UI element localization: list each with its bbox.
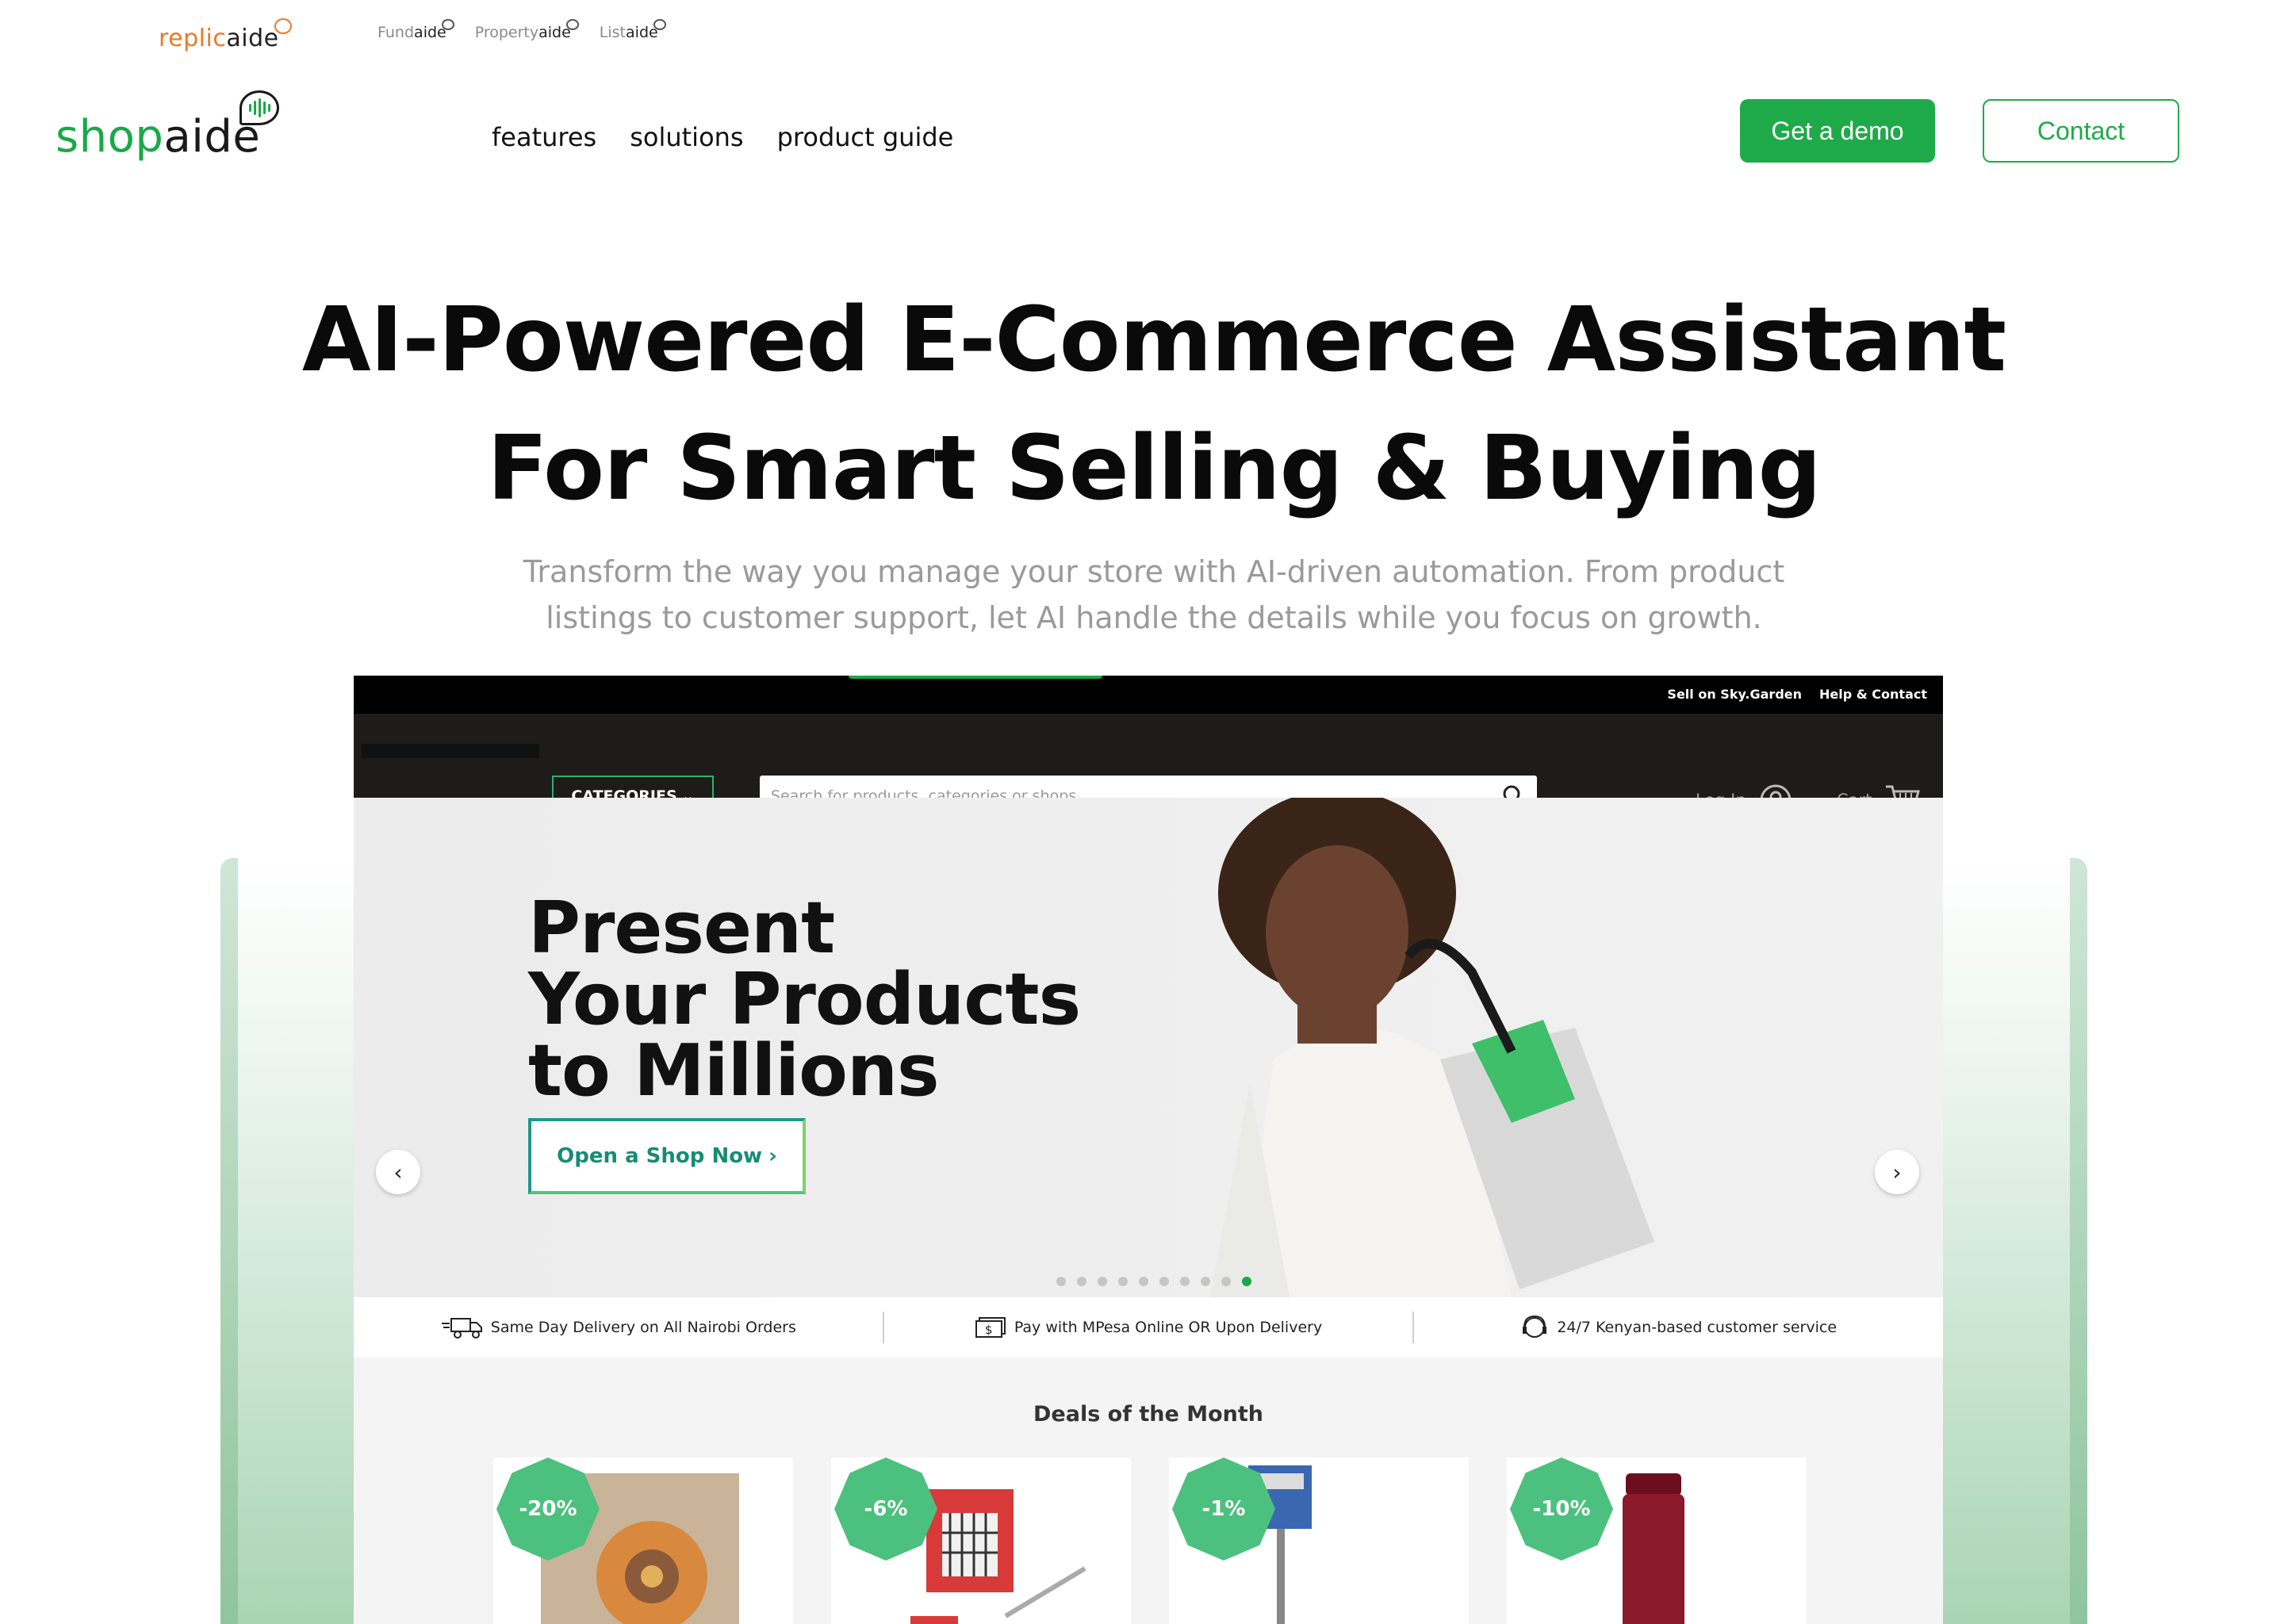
chat-bubble-icon [441,19,454,30]
propertyaide-label-part1: Property [474,24,539,41]
delivery-truck-icon [441,1318,482,1339]
discount-badge: -20% [496,1457,600,1561]
discount-badge: -10% [1510,1457,1613,1561]
feature-payment: $ Pay with MPesa Online OR Upon Delivery [884,1316,1413,1339]
carousel-dot[interactable] [1139,1277,1148,1286]
sell-link[interactable]: Sell on Sky.Garden [1667,687,1802,702]
carousel-dot[interactable] [1159,1277,1169,1286]
listaide-link[interactable]: Listaide [599,19,666,41]
woman-with-shopping-bags-image [1210,798,1654,1297]
nav-solutions[interactable]: solutions [630,122,743,152]
carousel-dot[interactable] [1242,1277,1251,1286]
banner-heading-line3: to Millions [528,1029,940,1113]
carousel-dot[interactable] [1118,1277,1128,1286]
feature-support-text: 24/7 Kenyan-based customer service [1557,1319,1838,1336]
support-headset-icon [1523,1315,1547,1338]
cash-icon: $ [975,1317,1006,1338]
help-contact-link[interactable]: Help & Contact [1819,687,1927,702]
deal-card[interactable]: -1% [1169,1457,1469,1624]
open-shop-label: Open a Shop Now [557,1144,763,1168]
main-nav: features solutions product guide [492,122,953,152]
nav-product-guide[interactable]: product guide [777,122,954,152]
discount-badge: -6% [834,1457,937,1561]
feature-delivery-text: Same Day Delivery on All Nairobi Orders [490,1319,796,1336]
replicaide-logo[interactable]: replicaide [159,17,292,52]
preview-accent-bar [849,676,1102,679]
fundaide-label-part1: Fund [377,24,415,41]
chat-bubble-icon [565,19,579,30]
svg-text:$: $ [985,1323,993,1337]
deal-card[interactable]: -6% [831,1457,1131,1624]
open-shop-button[interactable]: Open a Shop Now › [528,1118,806,1194]
chat-bubble-icon [274,17,292,34]
banner-heading-line2: Your Products [528,958,1081,1041]
feature-payment-text: Pay with MPesa Online OR Upon Delivery [1014,1319,1323,1336]
chevron-right-icon: › [768,1144,777,1168]
preview-logo-placeholder [362,744,539,758]
carousel-prev-button[interactable]: ‹ [376,1150,420,1194]
hero-banner: Present Your Products to Millions Open a… [354,798,1943,1297]
replicaide-logo-part2: aide [226,24,279,52]
carousel-dot[interactable] [1077,1277,1086,1286]
carousel-dots [1056,1277,1251,1286]
listaide-label-part1: List [599,24,627,41]
carousel-dot[interactable] [1180,1277,1190,1286]
deal-card[interactable]: -20% [493,1457,793,1624]
contact-button[interactable]: Contact [1983,99,2179,163]
hero-title: AI-Powered E-Commerce Assistant For Smar… [0,276,2284,533]
chevron-right-icon: › [1892,1159,1902,1185]
feature-support: 24/7 Kenyan-based customer service [1414,1313,1943,1342]
storefront-preview: Sell on Sky.Garden Help & Contact CATEGO… [354,676,1943,1624]
banner-heading: Present Your Products to Millions [528,887,1081,1113]
carousel-dot[interactable] [1056,1277,1066,1286]
preview-top-links: Sell on Sky.Garden Help & Contact [1667,687,1927,702]
brand-strip: replicaide [159,14,292,62]
hero-subtitle: Transform the way you manage your store … [523,554,1785,635]
banner-heading-line1: Present [528,887,835,970]
service-features-bar: Same Day Delivery on All Nairobi Orders … [354,1297,1943,1358]
deal-card[interactable]: -10% [1507,1457,1807,1624]
propertyaide-link[interactable]: Propertyaide [474,19,579,41]
preview-top-bar: Sell on Sky.Garden Help & Contact [354,676,1943,714]
chat-bubble-icon [653,19,666,30]
shopaide-logo[interactable]: shopaide [56,90,280,163]
hero-title-line1: AI-Powered E-Commerce Assistant [301,289,2006,392]
logo-part1: shop [56,111,164,163]
chevron-left-icon: ‹ [393,1159,403,1185]
hero-title-line2: For Smart Selling & Buying [487,417,1822,520]
preview-header: CATEGORIES ⌄ Search for products, catego… [354,714,1943,817]
nav-features[interactable]: features [492,122,596,152]
deals-grid: -20% -6% -1% -10% [493,1457,1807,1624]
voice-bubble-icon [240,90,280,125]
carousel-dot[interactable] [1098,1277,1107,1286]
discount-badge: -1% [1172,1457,1275,1561]
carousel-dot[interactable] [1221,1277,1231,1286]
get-demo-button[interactable]: Get a demo [1740,99,1935,163]
carousel-next-button[interactable]: › [1875,1150,1919,1194]
fundaide-link[interactable]: Fundaide [377,19,454,41]
deals-heading: Deals of the Month [1033,1402,1263,1427]
replicaide-logo-part1: replic [159,24,227,52]
feature-delivery: Same Day Delivery on All Nairobi Orders [354,1316,883,1339]
sub-brand-links: Fundaide Propertyaide Listaide [377,19,666,41]
carousel-dot[interactable] [1201,1277,1210,1286]
